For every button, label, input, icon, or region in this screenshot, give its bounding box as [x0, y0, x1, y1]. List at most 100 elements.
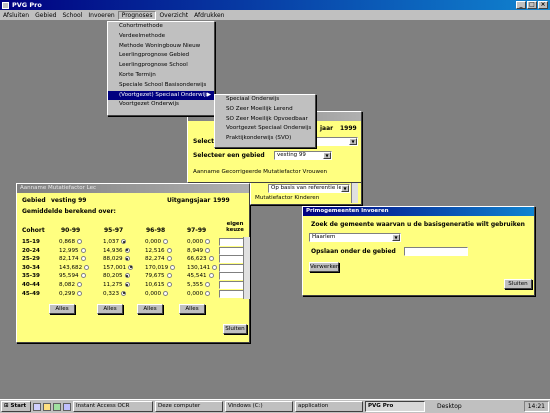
menu-item-speciaal-onderwijs[interactable]: (Voortgezet) Speciaal Onderwijs ▶: [108, 90, 214, 101]
cohort-radio[interactable]: [124, 247, 130, 253]
menu-school[interactable]: School: [59, 12, 85, 19]
task-pvg-pro[interactable]: PVG Pro: [365, 401, 425, 412]
submenu-item-praktijkonderwijs[interactable]: Praktijkonderwijs (SVO): [215, 134, 315, 144]
menu-item-woningbouw[interactable]: Methode Woningbouw Nieuw: [108, 42, 214, 52]
gebied-label: Gebied: [22, 197, 46, 204]
eigen-keuze-input[interactable]: [219, 281, 245, 289]
table-scrollbar[interactable]: [243, 237, 250, 299]
sluiten-button[interactable]: Sluiten: [223, 324, 247, 334]
taskbar: ⊞ Start Instant Access OCR Deze computer…: [0, 399, 550, 413]
eigen-keuze-input[interactable]: [219, 255, 245, 264]
close-button[interactable]: ×: [538, 1, 548, 9]
menu-item-korte-termijn[interactable]: Korte Termijn: [108, 71, 214, 81]
start-button[interactable]: ⊞ Start: [1, 401, 31, 412]
cohort-radio[interactable]: [124, 256, 130, 262]
menu-invoeren[interactable]: Invoeren: [85, 12, 117, 19]
cohort-radio[interactable]: [166, 273, 172, 279]
cohort-value: 0,868: [59, 239, 83, 245]
cohort-radio[interactable]: [166, 256, 172, 262]
cohort-radio[interactable]: [77, 282, 83, 287]
alles-button-3[interactable]: Alles: [137, 304, 163, 314]
cohort-radio[interactable]: [80, 247, 86, 253]
chevron-down-icon: ▼: [323, 152, 331, 159]
quicklaunch-ie-icon[interactable]: [33, 402, 41, 411]
menu-item-leerlingprognose-school[interactable]: Leerlingprognose School: [108, 61, 214, 71]
menu-overzicht[interactable]: Overzicht: [156, 12, 191, 19]
menu-item-speciale-school[interactable]: Speciale School Basisonderwijs: [108, 81, 214, 91]
cohort-label: 20-24: [22, 247, 40, 254]
submenu-arrow-icon: ▶: [206, 91, 211, 98]
cohort-radio[interactable]: [80, 273, 86, 279]
menu-item-cohortmethode[interactable]: Cohortmethode: [108, 22, 214, 32]
verwerken-button[interactable]: Verwerken: [309, 262, 339, 272]
cohort-value-text: 170,019: [145, 264, 169, 271]
cohort-value-text: 88,029: [103, 256, 123, 263]
submenu-item-speciaal-onderwijs[interactable]: Speciaal Onderwijs: [215, 95, 315, 105]
aanname-select[interactable]: Op basis van referentie leç ▼: [268, 184, 350, 193]
eigen-keuze-input[interactable]: [219, 289, 245, 298]
cohort-value-text: 14,936: [103, 247, 123, 254]
cohort-radio[interactable]: [128, 264, 134, 270]
cohort-radio[interactable]: [208, 256, 214, 262]
mutatiefactor-titlebar[interactable]: Aanname Mutatiefactor Lec: [17, 184, 249, 193]
cohort-radio[interactable]: [205, 282, 211, 287]
quicklaunch-channels-icon[interactable]: [63, 402, 71, 411]
cohort-value-text: 11,275: [103, 282, 123, 288]
submenu-item-zml[interactable]: SO Zeer Moeilijk Lerend: [215, 105, 315, 115]
cohort-radio[interactable]: [163, 290, 169, 296]
quicklaunch-outlook-icon[interactable]: [43, 402, 51, 411]
cohort-radio[interactable]: [80, 256, 86, 262]
cohort-radio[interactable]: [205, 239, 211, 244]
cohort-radio[interactable]: [77, 290, 83, 296]
cohort-radio[interactable]: [163, 239, 169, 244]
task-instant-access-ocr[interactable]: Instant Access OCR: [73, 401, 153, 412]
menu-item-voortgezet-onderwijs[interactable]: Voortgezet Onderwijs: [108, 100, 214, 110]
gemeente-select[interactable]: Haarlem ▼: [309, 233, 401, 242]
task-windows-c[interactable]: Vindows (C:): [225, 401, 293, 412]
cohort-radio[interactable]: [170, 264, 176, 270]
cohort-radio[interactable]: [124, 282, 130, 287]
quicklaunch-desktop-icon[interactable]: [53, 402, 61, 411]
cohort-radio[interactable]: [212, 264, 218, 270]
cohort-radio[interactable]: [124, 273, 130, 279]
maximize-button[interactable]: □: [527, 1, 537, 9]
eigen-keuze-input[interactable]: [219, 272, 245, 281]
bg-gebied-select[interactable]: vesting 99 ▼: [274, 151, 332, 160]
submenu-item-vso[interactable]: Voortgezet Speciaal Onderwijs: [215, 124, 315, 134]
task-application[interactable]: application: [295, 401, 363, 412]
bg-scrollbar[interactable]: [351, 183, 358, 203]
menu-prognoses[interactable]: Prognoses: [117, 10, 157, 20]
menu-gebied[interactable]: Gebied: [32, 12, 59, 19]
menu-item-leerlingprognose-gebied[interactable]: Leerlingprognose Gebied: [108, 51, 214, 61]
alles-button-1[interactable]: Alles: [49, 304, 75, 314]
cohort-value: 0,323: [103, 290, 127, 297]
menu-item-verdeelmethode[interactable]: Verdeelmethode: [108, 32, 214, 42]
eigen-keuze-input[interactable]: [219, 263, 245, 272]
primogemeenten-titlebar[interactable]: Primogemeenten Invoeren: [303, 207, 534, 216]
menu-afsluiten[interactable]: Afsluiten: [0, 12, 32, 19]
eigen-keuze-input[interactable]: [219, 246, 245, 255]
cohort-radio[interactable]: [208, 273, 214, 279]
submenu-item-zmok[interactable]: SO Zeer Moeilijk Opvoedbaar: [215, 115, 315, 125]
cohort-radio[interactable]: [205, 247, 211, 253]
task-deze-computer[interactable]: Deze computer: [155, 401, 223, 412]
cohort-value: 82,274: [145, 256, 172, 262]
alles-button-4[interactable]: Alles: [179, 304, 205, 314]
minimize-button[interactable]: _: [516, 1, 526, 9]
prim-sluiten-button[interactable]: Sluiten: [504, 279, 532, 289]
alles-button-2[interactable]: Alles: [97, 304, 123, 314]
gemiddelde-label: Gemiddelde berekend over:: [22, 208, 116, 215]
cohort-radio[interactable]: [166, 247, 172, 253]
cohort-radio[interactable]: [205, 290, 211, 296]
cohort-radio[interactable]: [77, 239, 83, 244]
cohort-value: 12,516: [145, 247, 172, 254]
cohort-radio[interactable]: [84, 264, 90, 270]
cohort-radio[interactable]: [121, 290, 127, 296]
cohort-radio[interactable]: [166, 282, 172, 287]
cohort-radio[interactable]: [121, 239, 127, 244]
eigen-keuze-input[interactable]: [219, 238, 245, 246]
uitgangsjaar-label: Uitgangsjaar: [167, 197, 211, 204]
gebied-name-input[interactable]: [404, 247, 468, 256]
menu-afdrukken[interactable]: Afdrukken: [191, 12, 227, 19]
cohort-value-text: 0,000: [145, 290, 162, 297]
